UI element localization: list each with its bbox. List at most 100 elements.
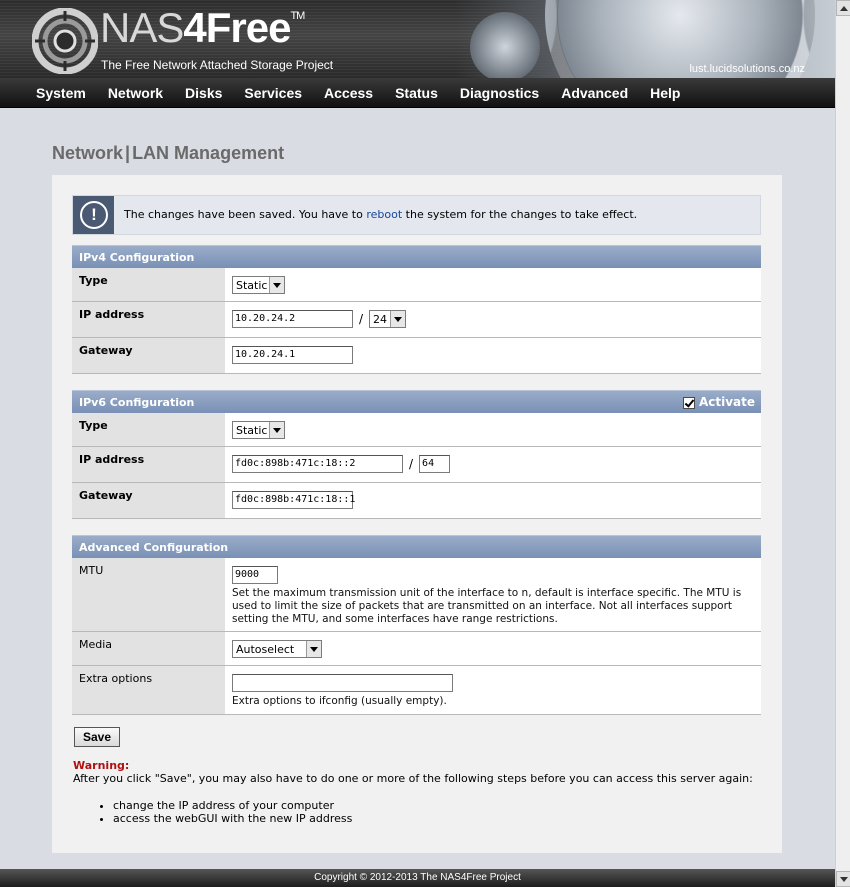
notice-text-before: The changes have been saved. You have to <box>124 208 367 221</box>
nav-status[interactable]: Status <box>384 78 449 108</box>
ipv6-gateway-input[interactable]: fd0c:898b:471c:18::1 <box>232 491 355 509</box>
notice-icon-box: ! <box>73 196 114 234</box>
ipv4-gateway-cell: 10.20.24.1 <box>225 338 761 373</box>
ipv4-ip-cell: 10.20.24.2 / 24 <box>225 302 761 337</box>
header-banner: NAS4FreeTM The Free Network Attached Sto… <box>0 0 835 78</box>
nav-advanced[interactable]: Advanced <box>550 78 639 108</box>
chevron-down-icon <box>269 277 284 293</box>
media-value: Autoselect <box>236 642 295 656</box>
ipv4-type-value: Static <box>236 278 268 292</box>
ipv6-section-header: IPv6 Configuration Activate <box>72 390 761 413</box>
warning-text: After you click "Save", you may also hav… <box>73 772 753 785</box>
ipv6-ip-label: IP address <box>72 447 225 482</box>
ipv4-type-label: Type <box>72 268 225 301</box>
nav-services[interactable]: Services <box>233 78 313 108</box>
mtu-cell: 9000 Set the maximum transmission unit o… <box>225 558 761 631</box>
ipv6-type-cell: Static <box>225 413 761 446</box>
saved-notice: ! The changes have been saved. You have … <box>72 195 761 235</box>
ipv6-type-select[interactable]: Static <box>232 421 285 439</box>
nav-access[interactable]: Access <box>313 78 384 108</box>
reboot-link[interactable]: reboot <box>366 208 402 221</box>
page-title: Network | LAN Management <box>52 143 284 164</box>
ipv6-activate-toggle[interactable]: Activate <box>682 391 755 414</box>
nav-diagnostics[interactable]: Diagnostics <box>449 78 550 108</box>
ipv6-ip-input[interactable]: fd0c:898b:471c:18::2 <box>232 455 403 473</box>
exclamation-icon: ! <box>80 201 108 229</box>
logo-wordmark: NAS4FreeTM <box>100 4 305 54</box>
chevron-down-icon <box>390 311 406 327</box>
mtu-label: MTU <box>72 558 225 631</box>
tagline: The Free Network Attached Storage Projec… <box>101 58 334 72</box>
mtu-row: MTU 9000 Set the maximum transmission un… <box>72 558 761 632</box>
mtu-input[interactable]: 9000 <box>232 566 278 584</box>
ipv4-subnet-select[interactable]: 24 <box>369 310 407 328</box>
list-item: access the webGUI with the new IP addres… <box>113 812 763 825</box>
ipv4-ip-input[interactable]: 10.20.24.2 <box>232 310 353 328</box>
ipv6-gateway-label: Gateway <box>72 483 225 518</box>
nav-network[interactable]: Network <box>97 78 174 108</box>
media-label: Media <box>72 632 225 665</box>
main-nav: System Network Disks Services Access Sta… <box>0 78 835 108</box>
ipv4-section: IPv4 Configuration Type Static IP addres… <box>72 245 761 374</box>
ipv4-type-cell: Static <box>225 268 761 301</box>
logo-nas: NAS <box>100 4 184 51</box>
page-title-separator: | <box>125 143 131 163</box>
advanced-section: Advanced Configuration MTU 9000 Set the … <box>72 535 761 715</box>
mtu-description: Set the maximum transmission unit of the… <box>232 587 742 625</box>
extra-options-row: Extra options Extra options to ifconfig … <box>72 666 761 715</box>
ipv6-slash: / <box>409 457 414 471</box>
media-cell: Autoselect <box>225 632 761 665</box>
media-select[interactable]: Autoselect <box>232 640 322 658</box>
list-item: change the IP address of your computer <box>113 799 763 812</box>
chevron-down-icon <box>306 641 321 657</box>
media-row: Media Autoselect <box>72 632 761 666</box>
advanced-section-header: Advanced Configuration <box>72 535 761 558</box>
footer: Copyright © 2012-2013 The NAS4Free Proje… <box>0 869 835 887</box>
ipv6-ip-cell: fd0c:898b:471c:18::2 / 64 <box>225 447 761 482</box>
hard-disk-hub-image <box>470 12 540 78</box>
activate-label: Activate <box>698 395 755 409</box>
page-title-subsection: LAN Management <box>132 143 285 163</box>
nav-help[interactable]: Help <box>639 78 691 108</box>
extra-options-cell: Extra options to ifconfig (usually empty… <box>225 666 761 714</box>
nav-disks[interactable]: Disks <box>174 78 233 108</box>
extra-options-input[interactable] <box>232 674 453 692</box>
ipv4-ip-row: IP address 10.20.24.2 / 24 <box>72 302 761 338</box>
ipv6-type-value: Static <box>236 423 268 437</box>
warning-steps-list: change the IP address of your computer a… <box>73 799 763 825</box>
ipv4-slash: / <box>359 312 364 326</box>
scroll-down-arrow-icon[interactable] <box>836 871 850 887</box>
logo-trademark: TM <box>290 10 305 22</box>
ipv4-gateway-row: Gateway 10.20.24.1 <box>72 338 761 374</box>
chevron-down-icon <box>269 422 284 438</box>
ipv4-gateway-input[interactable]: 10.20.24.1 <box>232 346 353 364</box>
ipv6-gateway-cell: fd0c:898b:471c:18::1 <box>225 483 761 518</box>
hostname: lust.lucidsolutions.co.nz <box>689 63 805 75</box>
ipv4-gateway-label: Gateway <box>72 338 225 373</box>
page-title-section: Network <box>52 143 124 163</box>
logo-4free: 4Free <box>183 4 291 51</box>
extra-options-label: Extra options <box>72 666 225 714</box>
notice-message: The changes have been saved. You have to… <box>124 208 637 221</box>
ipv6-type-label: Type <box>72 413 225 446</box>
warning-block: Warning: After you click "Save", you may… <box>73 759 763 825</box>
extra-options-description: Extra options to ifconfig (usually empty… <box>232 695 447 707</box>
ipv6-section-title: IPv6 Configuration <box>79 396 195 409</box>
notice-text-after: the system for the changes to take effec… <box>402 208 638 221</box>
ipv6-prefix-input[interactable]: 64 <box>419 455 451 473</box>
save-button[interactable]: Save <box>74 727 120 747</box>
ipv4-type-select[interactable]: Static <box>232 276 285 294</box>
ipv6-section: IPv6 Configuration Activate Type Static … <box>72 390 761 519</box>
ipv6-gateway-row: Gateway fd0c:898b:471c:18::1 <box>72 483 761 519</box>
warning-title: Warning: <box>73 759 130 772</box>
ipv6-type-row: Type Static <box>72 413 761 447</box>
nav-system[interactable]: System <box>25 78 97 108</box>
ipv6-ip-row: IP address fd0c:898b:471c:18::2 / 64 <box>72 447 761 483</box>
vertical-scrollbar[interactable] <box>835 0 850 887</box>
activate-checkbox[interactable] <box>682 396 695 409</box>
scroll-up-arrow-icon[interactable] <box>836 0 850 16</box>
ipv4-section-header: IPv4 Configuration <box>72 245 761 268</box>
page: NAS4FreeTM The Free Network Attached Sto… <box>0 0 835 887</box>
ipv4-type-row: Type Static <box>72 268 761 302</box>
ipv4-ip-label: IP address <box>72 302 225 337</box>
